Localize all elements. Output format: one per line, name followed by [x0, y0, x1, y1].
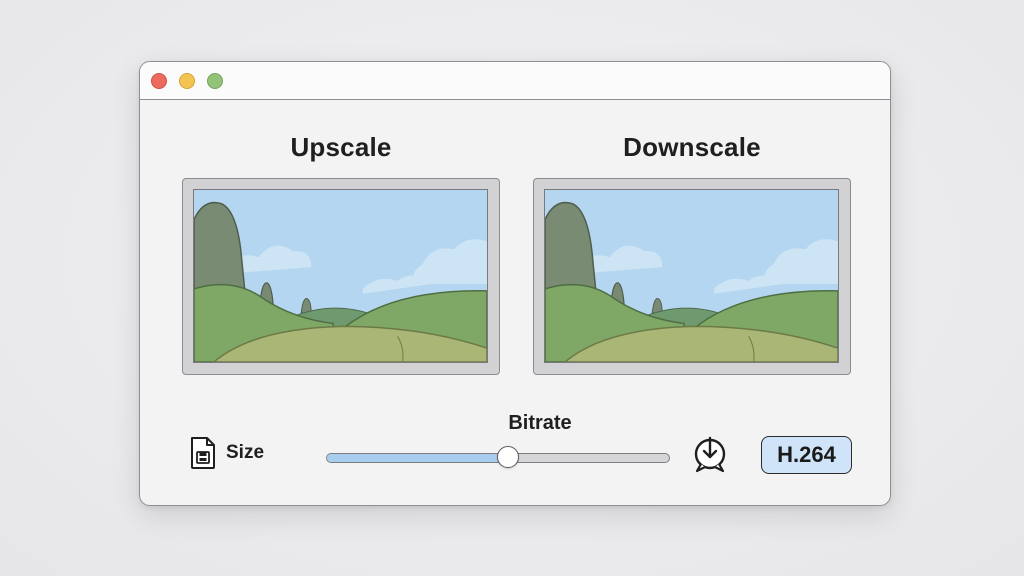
- upscale-title: Upscale: [290, 132, 392, 162]
- bitrate-slider-thumb[interactable]: [497, 446, 520, 468]
- codec-badge[interactable]: H.264: [761, 436, 852, 474]
- download-icon[interactable]: [691, 434, 729, 476]
- window-minimize-button[interactable]: [179, 73, 195, 89]
- bitrate-slider-fill: [327, 454, 509, 462]
- upscale-preview-frame[interactable]: [182, 178, 500, 375]
- upscale-preview-image: [193, 189, 488, 363]
- landscape-illustration: [194, 190, 487, 362]
- size-label: Size: [226, 442, 265, 463]
- size-control[interactable]: Size: [188, 436, 264, 470]
- landscape-illustration: [545, 190, 838, 362]
- bitrate-label: Bitrate: [508, 412, 572, 434]
- app-window: Upscale Downscale Size Bitrate H.264: [139, 61, 891, 506]
- title-bar: [140, 62, 890, 100]
- window-close-button[interactable]: [151, 73, 167, 89]
- file-size-icon: [191, 437, 215, 469]
- downscale-preview-image: [544, 189, 839, 363]
- bitrate-slider[interactable]: [326, 446, 670, 468]
- desktop-background: Upscale Downscale Size Bitrate H.264: [0, 0, 1024, 576]
- downscale-preview-frame[interactable]: [533, 178, 851, 375]
- window-maximize-button[interactable]: [207, 73, 223, 89]
- downscale-title: Downscale: [623, 132, 761, 162]
